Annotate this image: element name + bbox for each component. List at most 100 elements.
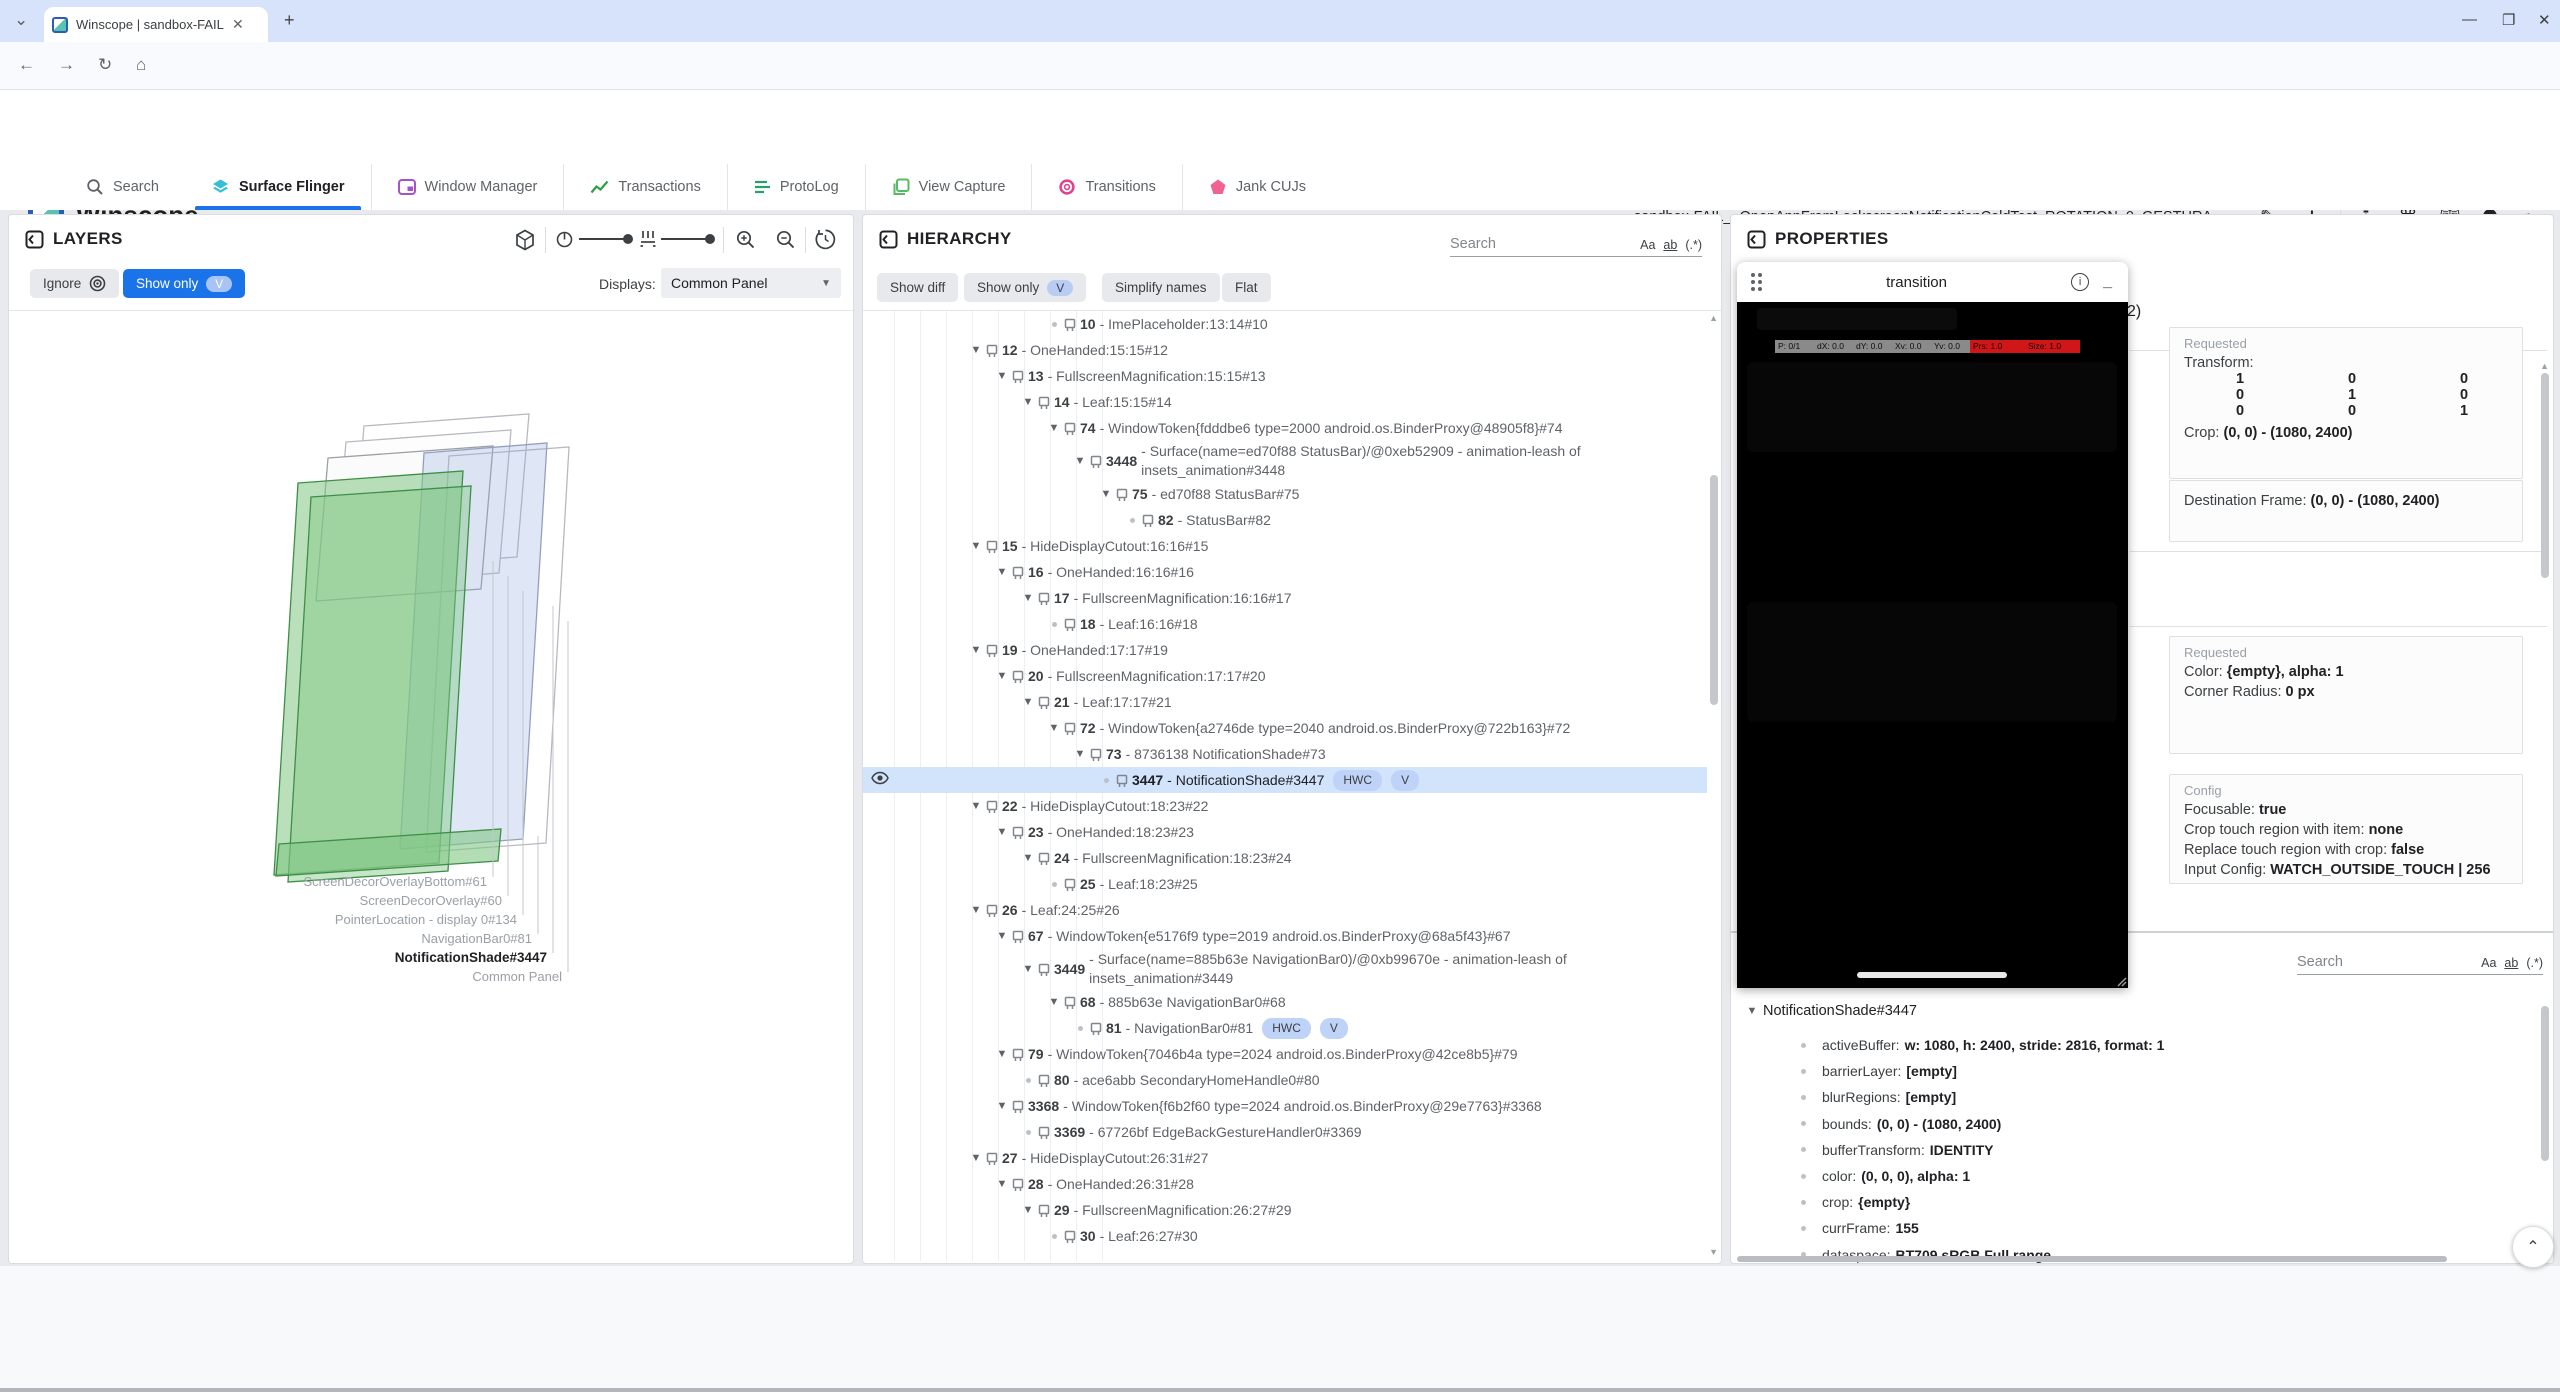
- overlay-header[interactable]: transition i _: [1737, 262, 2128, 302]
- match-word-icon[interactable]: ab: [1663, 238, 1677, 252]
- spacing-slider-handle[interactable]: [705, 234, 715, 244]
- expand-icon[interactable]: ▼: [1044, 419, 1064, 438]
- collapse-panel-icon[interactable]: [25, 230, 44, 249]
- expand-icon[interactable]: ▼: [1070, 452, 1090, 471]
- hierarchy-node-72[interactable]: ▼72- WindowToken{a2746de type=2040 andro…: [863, 715, 1707, 741]
- layer-label[interactable]: PointerLocation - display 0#134: [335, 912, 517, 927]
- expand-icon[interactable]: ▼: [1018, 960, 1038, 979]
- hierarchy-node-17[interactable]: ▼17- FullscreenMagnification:16:16#17: [863, 585, 1707, 611]
- hierarchy-node-81[interactable]: 81- NavigationBar0#81HWCV: [863, 1015, 1707, 1041]
- resize-handle-icon[interactable]: [2115, 975, 2127, 987]
- expand-icon[interactable]: ▼: [966, 641, 986, 660]
- hierarchy-node-25[interactable]: 25- Leaf:18:23#25: [863, 871, 1707, 897]
- expand-icon[interactable]: ▼: [1018, 849, 1038, 868]
- 3d-view-icon[interactable]: [514, 229, 536, 251]
- property-item[interactable]: bufferTransform:IDENTITY: [1801, 1142, 1993, 1158]
- hier-show-only-button[interactable]: Show only V: [964, 273, 1086, 302]
- expand-icon[interactable]: ▼: [1018, 1201, 1038, 1220]
- expand-icon[interactable]: ▼: [966, 901, 986, 920]
- expand-icon[interactable]: ▼: [992, 367, 1012, 386]
- hierarchy-node-67[interactable]: ▼67- WindowToken{e5176f9 type=2019 andro…: [863, 923, 1707, 949]
- regex-icon[interactable]: (.*): [2526, 956, 2543, 970]
- property-item[interactable]: bounds:(0, 0) - (1080, 2400): [1801, 1116, 2001, 1132]
- layer-label[interactable]: Common Panel: [472, 969, 562, 984]
- property-item[interactable]: barrierLayer:[empty]: [1801, 1063, 1957, 1079]
- visibility-icon[interactable]: [871, 771, 889, 785]
- hierarchy-node-3448[interactable]: ▼3448- Surface(name=ed70f88 StatusBar)/@…: [863, 441, 1707, 481]
- expand-icon[interactable]: ▼: [1018, 393, 1038, 412]
- transition-overlay-window[interactable]: transition i _ P: 0/1dX: 0.0dY: 0.0Xv: 0…: [1737, 262, 2128, 988]
- expand-icon[interactable]: ▼: [992, 1175, 1012, 1194]
- property-item[interactable]: currFrame:155: [1801, 1220, 1919, 1236]
- hierarchy-node-10[interactable]: 10- ImePlaceholder:13:14#10: [863, 311, 1707, 337]
- expand-icon[interactable]: ▼: [1070, 745, 1090, 764]
- layer-label[interactable]: ScreenDecorOverlay#60: [360, 893, 502, 908]
- current-node-row[interactable]: ▼ NotificationShade#3447: [1741, 1003, 1917, 1019]
- scroll-up-icon[interactable]: ▲: [2540, 361, 2549, 371]
- back-icon[interactable]: ←: [18, 55, 35, 75]
- expand-icon[interactable]: ▼: [966, 1149, 986, 1168]
- property-item[interactable]: color:(0, 0, 0), alpha: 1: [1801, 1168, 1970, 1184]
- hierarchy-search-input[interactable]: Search Aa ab (.*): [1450, 227, 1702, 257]
- property-item[interactable]: activeBuffer:w: 1080, h: 2400, stride: 2…: [1801, 1037, 2164, 1053]
- window-minimize-button[interactable]: —: [2462, 11, 2477, 28]
- expand-icon[interactable]: ▼: [1044, 993, 1064, 1012]
- properties-hscrollbar[interactable]: [1737, 1256, 2447, 1262]
- hierarchy-node-68[interactable]: ▼68- 885b63e NavigationBar0#68: [863, 989, 1707, 1015]
- match-case-icon[interactable]: Aa: [2481, 956, 2496, 970]
- zoom-out-icon[interactable]: [775, 229, 796, 250]
- expand-icon[interactable]: ▼: [966, 341, 986, 360]
- collapse-panel-icon[interactable]: [1747, 230, 1766, 249]
- tab-window-manager[interactable]: Window Manager: [371, 164, 564, 210]
- properties-list-scrollbar[interactable]: [2541, 1006, 2549, 1161]
- hierarchy-node-24[interactable]: ▼24- FullscreenMagnification:18:23#24: [863, 845, 1707, 871]
- hierarchy-node-12[interactable]: ▼12- OneHanded:15:15#12: [863, 337, 1707, 363]
- collapse-panel-icon[interactable]: [879, 230, 898, 249]
- minimize-overlay-icon[interactable]: _: [2103, 273, 2112, 291]
- properties-search-input[interactable]: Search Aa ab (.*): [2297, 945, 2543, 975]
- tab-protolog[interactable]: ProtoLog: [727, 164, 865, 210]
- expand-icon[interactable]: ▼: [1018, 693, 1038, 712]
- reset-view-icon[interactable]: [815, 229, 836, 250]
- property-item[interactable]: crop:{empty}: [1801, 1194, 1910, 1210]
- drag-handle-icon[interactable]: [1751, 273, 1762, 291]
- collapse-returns-icon[interactable]: ⌃: [2512, 1226, 2554, 1268]
- hierarchy-node-30[interactable]: 30- Leaf:26:27#30: [863, 1223, 1707, 1249]
- new-tab-button[interactable]: +: [284, 10, 295, 31]
- hierarchy-node-13[interactable]: ▼13- FullscreenMagnification:15:15#13: [863, 363, 1707, 389]
- hierarchy-node-21[interactable]: ▼21- Leaf:17:17#21: [863, 689, 1707, 715]
- hierarchy-node-15[interactable]: ▼15- HideDisplayCutout:16:16#15: [863, 533, 1707, 559]
- flat-button[interactable]: Flat: [1222, 273, 1271, 302]
- expand-icon[interactable]: ▼: [966, 537, 986, 556]
- hierarchy-node-27[interactable]: ▼27- HideDisplayCutout:26:31#27: [863, 1145, 1707, 1171]
- regex-icon[interactable]: (.*): [1685, 238, 1702, 252]
- hierarchy-node-73[interactable]: ▼73- 8736138 NotificationShade#73: [863, 741, 1707, 767]
- layer-label[interactable]: NavigationBar0#81: [421, 931, 532, 946]
- hierarchy-node-19[interactable]: ▼19- OneHanded:17:17#19: [863, 637, 1707, 663]
- ignore-button[interactable]: Ignore: [30, 269, 119, 298]
- expand-icon[interactable]: ▼: [1741, 1005, 1763, 1017]
- expand-icon[interactable]: ▼: [966, 797, 986, 816]
- tab-surface-flinger[interactable]: Surface Flinger: [185, 164, 371, 210]
- expand-icon[interactable]: ▼: [992, 927, 1012, 946]
- rotation-slider-handle[interactable]: [623, 234, 633, 244]
- hierarchy-node-16[interactable]: ▼16- OneHanded:16:16#16: [863, 559, 1707, 585]
- browser-tab[interactable]: Winscope | sandbox-FAIL ✕: [44, 7, 268, 42]
- scroll-down-icon[interactable]: ▼: [1709, 1247, 1718, 1257]
- simplify-names-button[interactable]: Simplify names: [1102, 273, 1220, 302]
- hierarchy-node-3369[interactable]: 3369- 67726bf EdgeBackGestureHandler0#33…: [863, 1119, 1707, 1145]
- property-item[interactable]: blurRegions:[empty]: [1801, 1089, 1956, 1105]
- hierarchy-scrollbar[interactable]: [1710, 475, 1718, 705]
- hierarchy-node-22[interactable]: ▼22- HideDisplayCutout:18:23#22: [863, 793, 1707, 819]
- info-icon[interactable]: i: [2071, 273, 2089, 291]
- tab-search-chevron-icon[interactable]: ⌄: [14, 10, 28, 30]
- show-diff-button[interactable]: Show diff: [877, 273, 958, 302]
- hierarchy-node-23[interactable]: ▼23- OneHanded:18:23#23: [863, 819, 1707, 845]
- displays-dropdown[interactable]: Common Panel ▼: [661, 268, 841, 298]
- rotation-slider[interactable]: [579, 238, 629, 240]
- expand-icon[interactable]: ▼: [992, 563, 1012, 582]
- window-close-button[interactable]: ✕: [2538, 11, 2551, 29]
- hierarchy-node-3449[interactable]: ▼3449- Surface(name=885b63e NavigationBa…: [863, 949, 1707, 989]
- hierarchy-node-74[interactable]: ▼74- WindowToken{fdddbe6 type=2000 andro…: [863, 415, 1707, 441]
- match-word-icon[interactable]: ab: [2504, 956, 2518, 970]
